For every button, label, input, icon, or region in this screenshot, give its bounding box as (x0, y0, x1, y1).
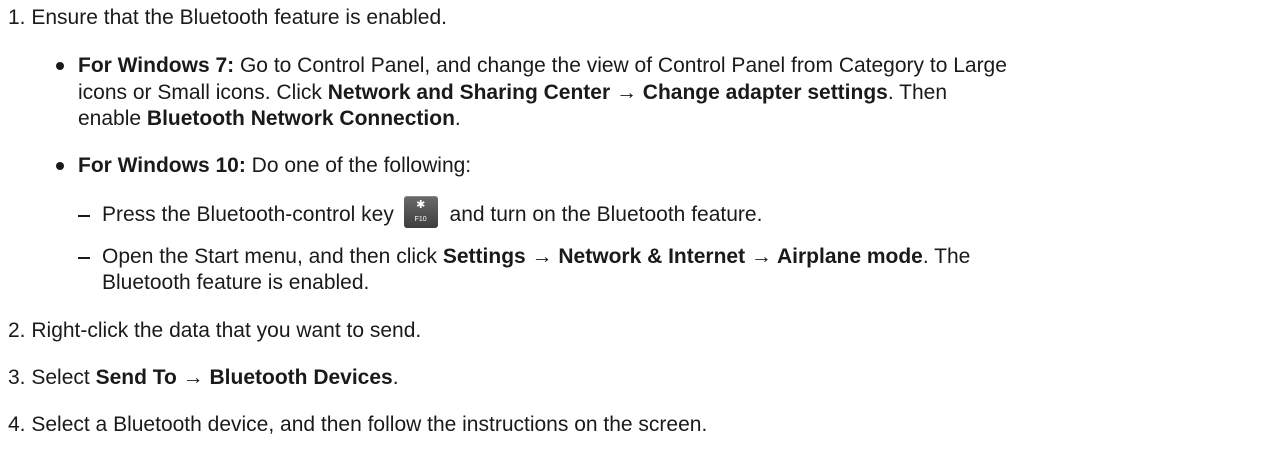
bluetooth-symbol: ✱ (416, 198, 426, 212)
bullet-dot (56, 162, 64, 170)
bluetooth-key-icon: ✱ F10 (403, 196, 438, 229)
windows7-line-2: icons or Small icons. Click Network and … (78, 80, 947, 106)
windows7-line-1: For Windows 7: Go to Control Panel, and … (78, 53, 1007, 79)
send-to: Send To (95, 366, 177, 389)
text: . (454, 107, 461, 130)
arrow: → (610, 81, 643, 104)
bluetooth-network-connection: Bluetooth Network Connection (146, 107, 455, 130)
text: . The (922, 245, 971, 268)
step-text: Right-click the data that you want to se… (31, 319, 422, 342)
bullet-dot (56, 62, 64, 70)
step-3: 3. Select Send To → Bluetooth Devices. (8, 365, 399, 391)
step-text: Ensure that the Bluetooth feature is ena… (31, 6, 447, 29)
text: enable (78, 107, 147, 130)
step-1: 1. Ensure that the Bluetooth feature is … (8, 5, 447, 31)
windows10-sub-2-line-1: Open the Start menu, and then click Sett… (102, 244, 970, 270)
windows10-sub-1: Press the Bluetooth-control key ✱ F10 an… (102, 196, 763, 229)
text: Open the Start menu, and then click (102, 245, 443, 268)
windows10-text: Do one of the following: (245, 154, 472, 177)
windows7-label: For Windows 7: (78, 54, 235, 77)
windows7-line-3: enable Bluetooth Network Connection. (78, 106, 461, 132)
text: . Then (887, 81, 948, 104)
arrow: → (525, 245, 559, 268)
text: icons or Small icons. Click (78, 81, 328, 104)
text: Select (31, 366, 96, 389)
step-number: 2. (8, 319, 26, 342)
windows10-label: For Windows 10: (78, 154, 246, 177)
step-text: Select a Bluetooth device, and then foll… (31, 413, 708, 436)
dash-marker (78, 215, 90, 217)
step-number: 3. (8, 366, 26, 389)
arrow: → (745, 245, 777, 268)
arrow: → (176, 366, 210, 389)
airplane-mode: Airplane mode (776, 245, 923, 268)
network-internet: Network & Internet (558, 245, 746, 268)
bluetooth-devices: Bluetooth Devices (209, 366, 393, 389)
step-number: 4. (8, 413, 26, 436)
dash-marker (78, 257, 90, 259)
key-label: F10 (414, 216, 427, 224)
windows10-line: For Windows 10: Do one of the following: (78, 153, 471, 179)
step-2: 2. Right-click the data that you want to… (8, 318, 421, 344)
text: . (392, 366, 399, 389)
step-number: 1. (8, 6, 26, 29)
settings: Settings (442, 245, 526, 268)
windows10-sub-2-line-2: Bluetooth feature is enabled. (102, 270, 369, 296)
text: Bluetooth feature is enabled. (102, 271, 370, 294)
step-4: 4. Select a Bluetooth device, and then f… (8, 412, 707, 438)
windows7-text: Go to Control Panel, and change the view… (234, 54, 1007, 77)
text: Press the Bluetooth-control key (102, 203, 394, 226)
text: and turn on the Bluetooth feature. (449, 203, 763, 226)
network-sharing-center: Network and Sharing Center (327, 81, 611, 104)
change-adapter-settings: Change adapter settings (642, 81, 888, 104)
